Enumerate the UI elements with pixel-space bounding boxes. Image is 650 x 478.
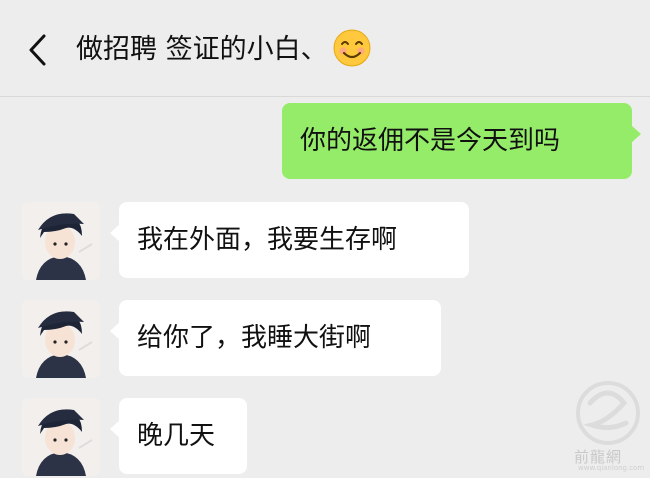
back-arrow-icon[interactable] xyxy=(24,32,54,68)
contact-avatar-icon xyxy=(22,300,100,378)
contact-avatar-icon xyxy=(22,398,100,476)
incoming-message-bubble[interactable]: 晚几天 xyxy=(110,398,247,474)
smiling-face-emoji-icon xyxy=(333,29,371,66)
bubble-tail xyxy=(110,420,120,438)
chat-title-text: 做招聘 签证的小白、 xyxy=(76,34,328,65)
bubble-tail xyxy=(631,125,641,143)
bubble-tail xyxy=(110,322,120,340)
contact-avatar-icon xyxy=(22,202,100,280)
message-text: 给你了，我睡大街啊 xyxy=(137,323,372,353)
contact-avatar[interactable] xyxy=(22,398,100,476)
watermark-url: www.qianlong.com xyxy=(578,464,645,472)
contact-avatar[interactable] xyxy=(22,202,100,280)
message-text: 晚几天 xyxy=(137,421,216,451)
message-text: 我在外面，我要生存啊 xyxy=(137,225,398,255)
contact-avatar[interactable] xyxy=(22,300,100,378)
chat-header: 做招聘 签证的小白、 xyxy=(0,0,650,97)
outgoing-message-bubble[interactable]: 你的返佣不是今天到吗 xyxy=(282,103,641,179)
incoming-message-bubble[interactable]: 给你了，我睡大街啊 xyxy=(110,300,441,376)
incoming-message-bubble[interactable]: 我在外面，我要生存啊 xyxy=(110,202,469,278)
chat-title: 做招聘 签证的小白、 xyxy=(76,29,372,70)
message-text: 你的返佣不是今天到吗 xyxy=(300,126,561,156)
bubble-tail xyxy=(110,224,120,242)
